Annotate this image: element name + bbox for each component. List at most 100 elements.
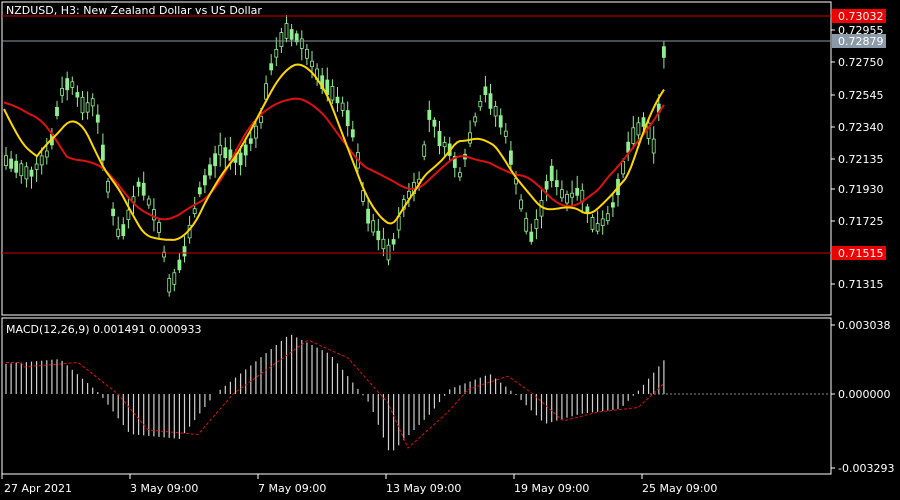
candle-body (243, 144, 248, 156)
price-tick-label: 0.71315 (838, 278, 884, 291)
candle-body (371, 220, 376, 233)
candle-body (310, 60, 314, 68)
candle-body (335, 96, 340, 104)
resistance-level-label: 0.73032 (838, 10, 884, 23)
candle-body (442, 142, 447, 148)
candle-body (488, 93, 493, 109)
price-tick-label: 0.71725 (838, 215, 884, 228)
candle-body (524, 218, 529, 232)
candle-body (90, 98, 95, 107)
chart-window[interactable]: 0.72955 0.72750 0.72545 0.72340 0.72135 … (0, 0, 900, 500)
candle-body (208, 164, 212, 176)
macd-tick-label: 0.000000 (838, 388, 891, 401)
candle-body (218, 144, 223, 156)
macd-tick-label: 0.003038 (838, 319, 891, 332)
time-tick-label: 7 May 09:00 (258, 482, 326, 495)
candle-body (651, 138, 656, 154)
candle-body (478, 101, 483, 108)
candle-body (529, 231, 534, 242)
candle-body (167, 278, 172, 293)
candle-body (14, 160, 19, 173)
candle-body (508, 150, 513, 165)
candle-body (575, 187, 580, 196)
time-tick-label: 3 May 09:00 (130, 482, 198, 495)
candle-body (264, 83, 269, 100)
candle-body (269, 63, 274, 71)
candle-body (376, 230, 381, 241)
support-level-label: 0.71515 (838, 247, 884, 260)
candle-body (192, 208, 197, 214)
candle-body (106, 180, 110, 193)
candle-body (570, 192, 574, 198)
price-tick-label: 0.72545 (838, 89, 884, 102)
candle-body (468, 132, 473, 144)
candle-body (605, 213, 610, 222)
candle-body (151, 209, 156, 221)
candle-body (641, 117, 646, 127)
candle-body (590, 216, 595, 230)
candle-body (60, 88, 64, 96)
macd-axis: 0.003038 0.000000 -0.003293 (831, 319, 894, 475)
bid-price-label: 0.72879 (838, 35, 884, 48)
candle-body (473, 116, 478, 123)
candle-body (24, 166, 29, 180)
candle-body (238, 152, 243, 166)
candle-body (121, 224, 126, 237)
candle-body (111, 208, 115, 217)
candle-body (253, 125, 258, 139)
candle-body (101, 144, 105, 161)
candle-body (65, 78, 70, 91)
candle-body (345, 110, 350, 126)
candle-body (483, 86, 488, 96)
candle-body (611, 202, 615, 208)
candle-body (95, 114, 100, 123)
price-tick-label: 0.71930 (838, 183, 884, 196)
candle-body (223, 147, 228, 159)
candle-series (4, 15, 666, 297)
candle-body (157, 222, 161, 233)
candle-body (585, 206, 590, 213)
candle-body (197, 187, 202, 195)
candle-body (631, 127, 636, 144)
candle-body (600, 218, 605, 226)
candle-body (284, 23, 289, 39)
candle-body (44, 150, 49, 158)
time-tick-label: 25 May 09:00 (642, 482, 717, 495)
candle-body (279, 32, 284, 47)
candle-body (560, 189, 564, 199)
candle-body (29, 169, 34, 177)
candle-body (34, 163, 39, 170)
candle-body (503, 130, 508, 137)
candle-body (146, 198, 151, 206)
price-tick-label: 0.72340 (838, 121, 884, 134)
candle-body (350, 129, 355, 138)
price-tick-label: 0.72135 (838, 153, 884, 166)
candle-body (39, 155, 44, 166)
candle-body (340, 102, 345, 111)
macd-tick-label: -0.003293 (838, 462, 894, 475)
candle-body (19, 163, 24, 177)
candle-body (182, 246, 187, 257)
candle-body (381, 238, 386, 250)
macd-title: MACD(12,26,9) 0.001491 0.000933 (6, 323, 202, 336)
candle-body (636, 122, 641, 136)
candle-body (662, 46, 666, 58)
candle-body (565, 193, 569, 204)
candle-body (75, 92, 80, 98)
price-tick-label: 0.72750 (838, 56, 884, 69)
candle-body (549, 165, 554, 181)
candle-body (621, 160, 625, 175)
chart-canvas[interactable]: 0.72955 0.72750 0.72545 0.72340 0.72135 … (0, 0, 900, 500)
candle-body (70, 81, 75, 88)
candle-body (4, 155, 8, 166)
symbol-title: NZDUSD, H3: New Zealand Dollar vs US Dol… (6, 4, 262, 17)
macd-signal-curve (6, 339, 664, 449)
candle-body (519, 199, 523, 210)
candle-body (498, 115, 503, 128)
candle-body (172, 272, 177, 285)
candle-body (330, 86, 335, 101)
candle-body (85, 102, 90, 113)
candle-body (457, 172, 462, 178)
main-pane-frame (1, 1, 832, 316)
candle-body (304, 49, 309, 59)
